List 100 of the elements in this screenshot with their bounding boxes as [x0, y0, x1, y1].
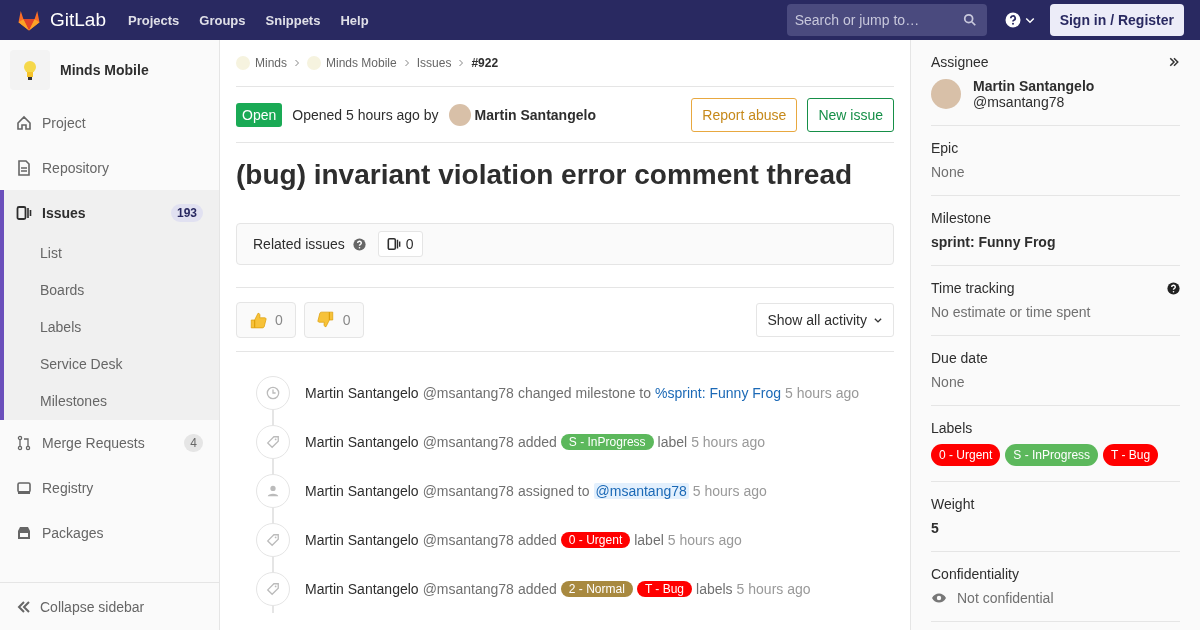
- activity-text: labels: [696, 580, 733, 597]
- assignee-username: @msantang78: [973, 94, 1066, 110]
- project-name[interactable]: Minds Mobile: [60, 62, 149, 78]
- project-avatar: [10, 50, 50, 90]
- author-link[interactable]: Martin Santangelo: [305, 482, 419, 499]
- sidebar-item[interactable]: Issues 193: [4, 190, 219, 235]
- sidebar-item[interactable]: Registry: [0, 465, 219, 510]
- breadcrumb-link[interactable]: Minds Mobile: [307, 56, 397, 70]
- double-chevron-right-icon: [1168, 56, 1180, 68]
- block-title: Confidentiality: [931, 566, 1019, 582]
- breadcrumb-link[interactable]: #922: [471, 56, 499, 70]
- sidebar-item[interactable]: Project: [0, 100, 219, 145]
- author-link[interactable]: Martin Santangelo: [474, 106, 596, 123]
- double-chevron-left-icon: [16, 598, 32, 615]
- sidebar-subitem[interactable]: List: [4, 235, 219, 272]
- sign-in-button[interactable]: Sign in / Register: [1049, 4, 1184, 36]
- sidebar-subitem[interactable]: Milestones: [4, 383, 219, 420]
- brand-name[interactable]: GitLab: [50, 9, 106, 31]
- status-badge: Open: [236, 102, 283, 127]
- group-avatar: [236, 56, 250, 70]
- sidebar-item[interactable]: Packages: [0, 510, 219, 555]
- username: @msantang78: [422, 433, 514, 450]
- block-title: Assignee: [931, 54, 989, 70]
- label-tag[interactable]: T - Bug: [1103, 444, 1159, 466]
- author-link[interactable]: Martin Santangelo: [305, 384, 419, 401]
- merge-request-icon: [16, 434, 32, 451]
- label-tag[interactable]: 2 - Normal: [560, 580, 633, 597]
- author-link[interactable]: Martin Santangelo: [305, 433, 419, 450]
- sidebar-subitem[interactable]: Boards: [4, 272, 219, 309]
- block-title: Milestone: [931, 210, 991, 226]
- nav-link[interactable]: Groups: [199, 12, 246, 28]
- username: @msantang78: [422, 482, 514, 499]
- group-avatar: [307, 56, 321, 70]
- sidebar-item[interactable]: Repository: [0, 145, 219, 190]
- reaction-button[interactable]: 0: [303, 301, 364, 338]
- block-value: sprint: Funny Frog: [931, 234, 1057, 250]
- block-value: No estimate or time spent: [931, 304, 1092, 320]
- breadcrumb-link[interactable]: Issues: [416, 56, 452, 70]
- block-title: Epic: [931, 140, 959, 156]
- sidebar-subitem[interactable]: Labels: [4, 309, 219, 346]
- block-value: None: [931, 164, 966, 180]
- block-title: Due date: [931, 350, 988, 366]
- related-count: 0: [377, 231, 423, 257]
- opened-text: Opened 5 hours ago by: [292, 106, 439, 123]
- timestamp: 5 hours ago: [785, 384, 860, 401]
- sidebar-subitem[interactable]: Service Desk: [4, 346, 219, 383]
- activity-text: label: [634, 531, 664, 548]
- help-dropdown[interactable]: [1004, 12, 1036, 28]
- avatar: [931, 79, 961, 109]
- chevron-right-icon: [457, 59, 466, 67]
- nav-link[interactable]: Help: [340, 12, 369, 28]
- count-badge: 193: [170, 203, 203, 222]
- milestone-link[interactable]: %sprint: Funny Frog: [655, 384, 782, 401]
- nav-link[interactable]: Snippets: [265, 12, 321, 28]
- activity-text: added: [517, 580, 557, 597]
- timestamp: 5 hours ago: [667, 531, 742, 548]
- package-icon: [16, 524, 32, 541]
- chevron-right-icon: [402, 59, 411, 67]
- label-tag[interactable]: 0 - Urgent: [560, 531, 631, 548]
- thumbs-down-icon: [316, 310, 335, 329]
- chevron-right-icon: [293, 59, 301, 67]
- username: @msantang78: [422, 580, 514, 597]
- activity-text: added: [517, 531, 557, 548]
- collapse-sidebar-link[interactable]: Collapse sidebar: [0, 582, 219, 630]
- breadcrumb-link[interactable]: Minds: [236, 56, 287, 70]
- thumbs-up-icon: [249, 310, 267, 329]
- user-mention[interactable]: @msantang78: [593, 482, 689, 499]
- help-icon: [352, 237, 366, 251]
- new-issue-button[interactable]: New issue: [807, 97, 894, 132]
- label-tag[interactable]: T - Bug: [636, 580, 692, 597]
- report-abuse-button[interactable]: Report abuse: [691, 97, 798, 132]
- author-link[interactable]: Martin Santangelo: [305, 580, 419, 597]
- issues-icon: [16, 204, 32, 221]
- search-icon: [962, 13, 977, 27]
- block-value: Not confidential: [957, 590, 1054, 606]
- count-badge: 4: [184, 433, 203, 452]
- block-value: 5: [931, 520, 940, 536]
- issue-title: (bug) invariant violation error comment thread: [236, 159, 854, 191]
- nav-link[interactable]: Projects: [128, 12, 180, 28]
- activity-text: assigned to: [517, 482, 590, 499]
- document-icon: [16, 159, 32, 176]
- activity-filter-dropdown[interactable]: Show all activity: [756, 302, 894, 337]
- assignee-name[interactable]: Martin Santangelo: [973, 78, 1095, 94]
- block-title: Labels: [931, 420, 973, 436]
- timestamp: 5 hours ago: [692, 482, 767, 499]
- timestamp: 5 hours ago: [691, 433, 766, 450]
- related-issues-title: Related issues: [253, 236, 345, 252]
- block-title: Time tracking: [931, 280, 1015, 296]
- label-tag[interactable]: 0 - Urgent: [931, 444, 1001, 466]
- help-icon: [1167, 281, 1180, 295]
- author-link[interactable]: Martin Santangelo: [305, 531, 419, 548]
- activity-text: added: [517, 433, 557, 450]
- house-icon: [16, 114, 32, 131]
- avatar: [448, 103, 471, 126]
- search-field[interactable]: Search or jump to…: [786, 4, 987, 36]
- timestamp: 5 hours ago: [736, 580, 811, 597]
- block-value: None: [931, 374, 966, 390]
- reaction-button[interactable]: 0: [236, 301, 296, 338]
- username: @msantang78: [422, 384, 514, 401]
- sidebar-item[interactable]: Merge Requests 4: [0, 420, 219, 465]
